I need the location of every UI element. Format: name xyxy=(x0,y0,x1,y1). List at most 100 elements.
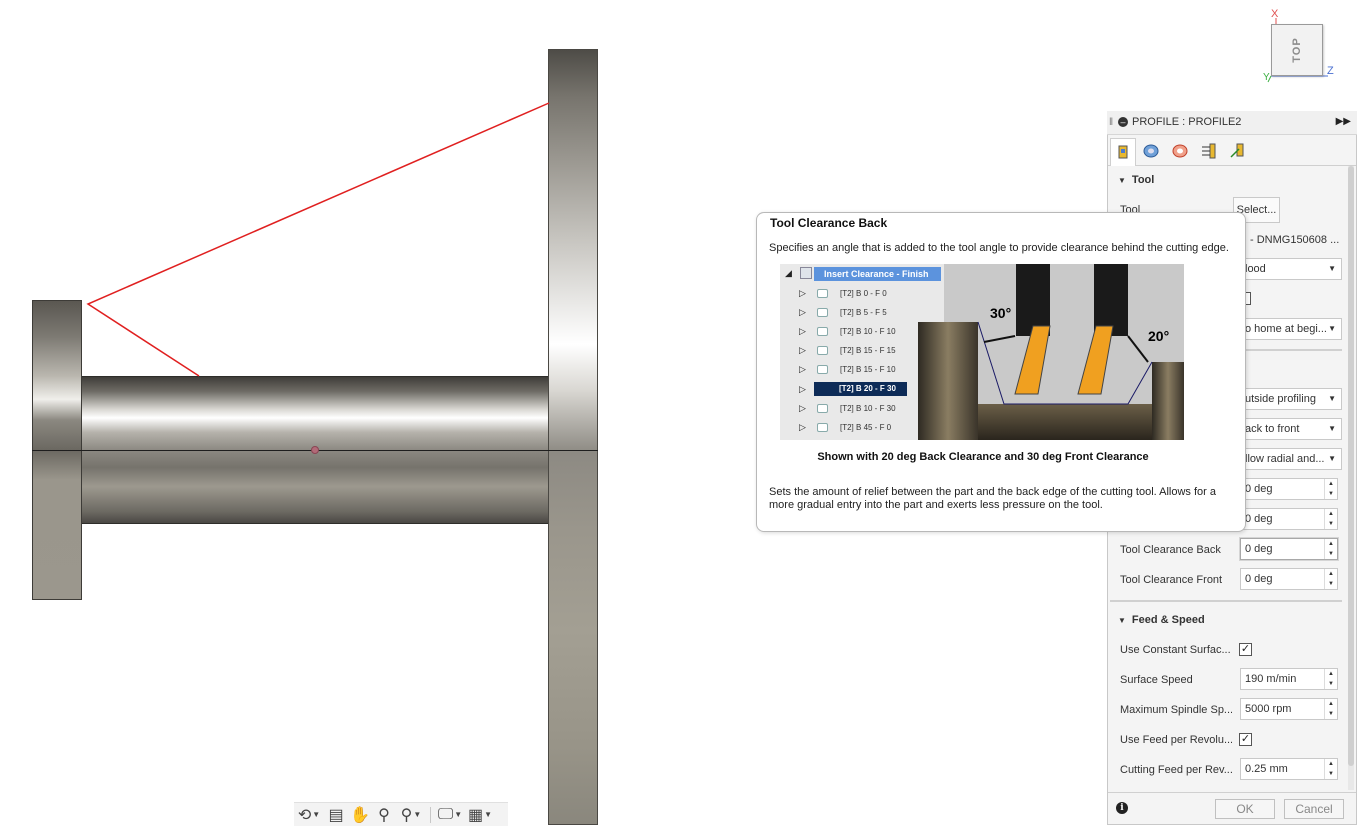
setup-icon xyxy=(817,365,828,374)
coolant-dropdown[interactable]: lood ▼ xyxy=(1240,258,1342,280)
angle-spinner-1[interactable]: 0 deg ▲ ▼ xyxy=(1240,478,1338,500)
chevron-down-icon: ▼ xyxy=(454,810,463,819)
expand-icon[interactable]: ▶▶ xyxy=(1336,116,1351,127)
tool-name: - DNMG150608 ... xyxy=(1250,234,1340,246)
tab-tool[interactable] xyxy=(1110,138,1136,166)
tool-clearance-back-input[interactable]: 0 deg ▲ ▼ xyxy=(1240,538,1338,560)
home-position-dropdown[interactable]: o home at begi... ▼ xyxy=(1240,318,1342,340)
setup-icon xyxy=(817,404,828,413)
expand-arrow-icon: ▷ xyxy=(799,364,806,374)
expand-arrow-icon: ▷ xyxy=(799,403,806,413)
grooving-value: llow radial and... xyxy=(1245,453,1325,465)
spinner-arrows-icon[interactable]: ▲ ▼ xyxy=(1324,479,1337,499)
info-icon[interactable]: i xyxy=(1116,802,1128,814)
display-settings-button[interactable]: 🖵 ▼ xyxy=(435,804,465,826)
cutting-feed-label: Cutting Feed per Rev... xyxy=(1120,764,1232,776)
footer-divider xyxy=(1108,792,1356,793)
section-divider xyxy=(1110,600,1342,602)
look-at-icon: ▤ xyxy=(328,806,344,824)
grid-icon: ▦ xyxy=(467,806,484,824)
max-spindle-value: 5000 rpm xyxy=(1245,703,1292,715)
back-angle-arrow xyxy=(1127,335,1149,363)
stock-groove xyxy=(978,404,1152,440)
collapse-icon[interactable]: – xyxy=(1118,117,1128,127)
profile-type-dropdown[interactable]: utside profiling ▼ xyxy=(1240,388,1342,410)
tool-clearance-front-input[interactable]: 0 deg ▲ ▼ xyxy=(1240,568,1338,590)
tree-item-label: [T2] B 0 - F 0 xyxy=(840,289,887,298)
tab-heights[interactable] xyxy=(1167,138,1193,164)
fit-button[interactable]: ⚲ ▼ xyxy=(396,804,426,826)
sketch-line[interactable] xyxy=(86,102,550,377)
dialog-tabs xyxy=(1108,137,1356,166)
cutting-feed-input[interactable]: 0.25 mm ▲ ▼ xyxy=(1240,758,1338,780)
tree-collapse-icon: ◢ xyxy=(785,268,792,278)
front-angle-arrow xyxy=(983,335,1016,343)
look-at-button[interactable]: ▤ xyxy=(324,804,348,826)
tree-item-label: [T2] B 20 - F 30 xyxy=(814,382,907,396)
tool-clearance-front-label: Tool Clearance Front xyxy=(1120,574,1223,586)
tab-linking[interactable] xyxy=(1225,138,1251,164)
panel-scrollbar-thumb[interactable] xyxy=(1348,166,1354,766)
setup-icon xyxy=(817,346,828,355)
expand-arrow-icon: ▷ xyxy=(799,384,806,394)
tool-tab-icon xyxy=(1118,145,1128,158)
setup-icon xyxy=(817,308,828,317)
tab-geometry[interactable] xyxy=(1138,138,1164,164)
profile-type-value: utside profiling xyxy=(1245,393,1316,405)
tooltip-body: Sets the amount of relief between the pa… xyxy=(769,486,1217,511)
chevron-down-icon: ▼ xyxy=(1328,324,1336,333)
folder-icon xyxy=(800,267,812,279)
spinner-arrows-icon[interactable]: ▲ ▼ xyxy=(1324,759,1337,779)
direction-dropdown[interactable]: ack to front ▼ xyxy=(1240,418,1342,440)
expand-arrow-icon: ▷ xyxy=(799,422,806,432)
feed-speed-section-title: Feed & Speed xyxy=(1131,614,1205,626)
angle-spinner-2[interactable]: 0 deg ▲ ▼ xyxy=(1240,508,1338,530)
spinner-arrows-icon[interactable]: ▲ ▼ xyxy=(1324,569,1337,589)
toolbar-divider xyxy=(430,806,431,823)
pan-button[interactable]: ✋ xyxy=(348,804,372,826)
linking-tab-icon xyxy=(1230,143,1244,158)
setup-icon xyxy=(817,327,828,336)
sketch-profile-lines xyxy=(86,102,550,377)
grid-settings-button[interactable]: ▦ ▼ xyxy=(465,804,495,826)
passes-tab-icon xyxy=(1202,143,1216,159)
zoom-icon: ⚲ xyxy=(378,806,390,824)
cancel-button[interactable]: Cancel xyxy=(1284,799,1344,819)
chevron-down-icon: ▼ xyxy=(413,810,422,819)
use-feed-rev-checkbox[interactable]: ✓ xyxy=(1239,733,1252,746)
surface-speed-input[interactable]: 190 m/min ▲ ▼ xyxy=(1240,668,1338,690)
tool-section-header[interactable]: ▼ Tool xyxy=(1118,174,1154,186)
geometry-tab-icon xyxy=(1143,144,1159,158)
tab-passes[interactable] xyxy=(1196,138,1222,164)
grooving-dropdown[interactable]: llow radial and... ▼ xyxy=(1240,448,1342,470)
max-spindle-input[interactable]: 5000 rpm ▲ ▼ xyxy=(1240,698,1338,720)
home-position-value: o home at begi... xyxy=(1245,323,1327,335)
tree-item-label: [T2] B 15 - F 15 xyxy=(840,346,896,355)
tool-holder-2 xyxy=(1094,264,1128,336)
drag-handle-icon[interactable]: ‖ xyxy=(1109,117,1113,128)
spinner-arrows-icon[interactable]: ▲ ▼ xyxy=(1324,669,1337,689)
chevron-down-icon: ▼ xyxy=(1328,394,1336,403)
spinner-arrows-icon[interactable]: ▲ ▼ xyxy=(1324,509,1337,529)
angle-value-2: 0 deg xyxy=(1245,513,1273,525)
feed-speed-section-header[interactable]: ▼ Feed & Speed xyxy=(1118,614,1205,626)
dialog-title: PROFILE : PROFILE2 xyxy=(1132,116,1242,128)
dialog-header[interactable]: ‖ – PROFILE : PROFILE2 ▶▶ xyxy=(1107,111,1357,135)
heights-tab-icon xyxy=(1172,144,1188,158)
stock-left xyxy=(918,322,978,440)
orbit-button[interactable]: ⟲ ▼ xyxy=(294,804,324,826)
insert-1 xyxy=(1014,325,1051,395)
axis-z-label: Z xyxy=(1327,65,1334,77)
tool-holder-1 xyxy=(1016,264,1050,336)
angle-value-1: 0 deg xyxy=(1245,483,1273,495)
spinner-arrows-icon[interactable]: ▲ ▼ xyxy=(1324,699,1337,719)
use-feed-rev-label: Use Feed per Revolu... xyxy=(1120,734,1232,746)
direction-value: ack to front xyxy=(1245,423,1300,435)
ok-button[interactable]: OK xyxy=(1215,799,1275,819)
insert-2 xyxy=(1077,325,1114,395)
collapse-triangle-icon: ▼ xyxy=(1118,616,1126,625)
expand-arrow-icon: ▷ xyxy=(799,326,806,336)
use-css-checkbox[interactable]: ✓ xyxy=(1239,643,1252,656)
spinner-arrows-icon[interactable]: ▲ ▼ xyxy=(1324,539,1337,559)
zoom-button[interactable]: ⚲ xyxy=(372,804,396,826)
